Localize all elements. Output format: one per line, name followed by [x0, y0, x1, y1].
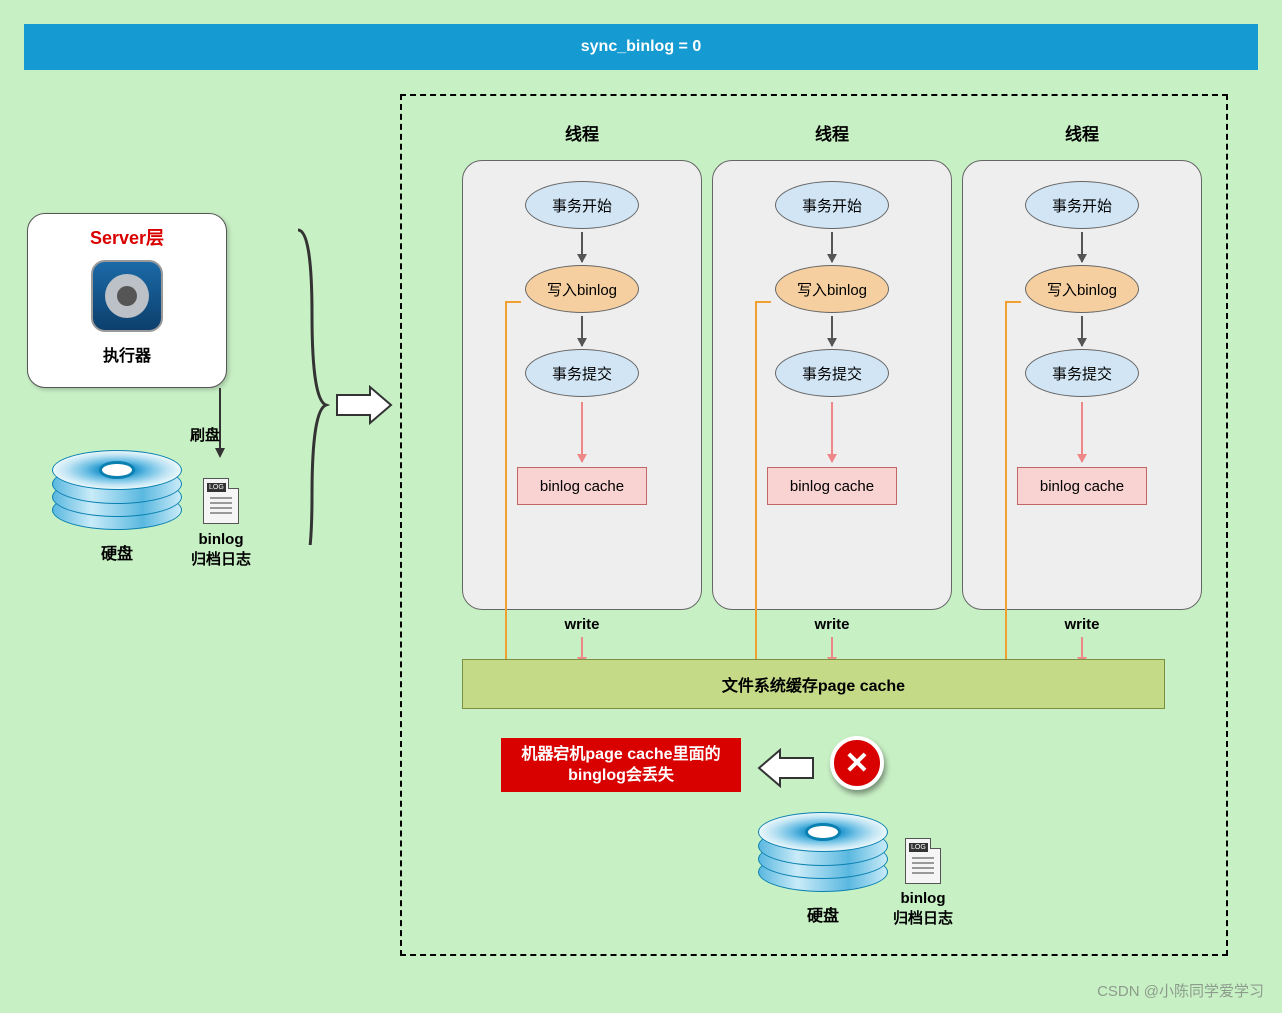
thread-title-1: 线程 [462, 120, 702, 145]
server-card: Server层 执行器 [27, 213, 227, 388]
step-write-binlog: 写入binlog [525, 265, 639, 313]
header-bar: sync_binlog = 0 [24, 24, 1258, 70]
flush-label: 刷盘 [190, 424, 220, 445]
step-start: 事务开始 [525, 181, 639, 229]
thread-title-3: 线程 [962, 120, 1202, 145]
binlog-file-icon-bottom: LOG [905, 838, 941, 884]
thread-col-2: 线程 事务开始 写入binlog 事务提交 binlog cache write [712, 120, 952, 669]
disk-bottom-label: 硬盘 [758, 902, 888, 926]
header-title: sync_binlog = 0 [581, 38, 701, 56]
thread-col-1: 线程 事务开始 写入binlog 事务提交 binlog cache write [462, 120, 702, 669]
watermark: CSDN @小陈同学爱学习 [1097, 980, 1264, 1001]
page-cache-box: 文件系统缓存page cache [462, 659, 1165, 709]
block-arrow-icon [335, 385, 395, 425]
server-title: Server层 [90, 224, 164, 250]
binlog-file-icon: LOG [203, 478, 239, 524]
disk-left-label: 硬盘 [52, 540, 182, 564]
block-arrow-left-icon [755, 748, 815, 788]
diagram-canvas: sync_binlog = 0 Server层 执行器 刷盘 硬盘 LOG bi… [0, 0, 1282, 1013]
error-box: 机器宕机page cache里面的binglog会丢失 [501, 738, 741, 792]
binlog-label-left: binlog归档日志 [186, 530, 256, 569]
executor-label: 执行器 [103, 342, 151, 366]
binlog-label-bottom: binlog归档日志 [888, 889, 958, 928]
binlog-cache: binlog cache [517, 467, 647, 505]
error-x-icon: ✕ [830, 736, 884, 790]
step-commit: 事务提交 [525, 349, 639, 397]
thread-col-3: 线程 事务开始 写入binlog 事务提交 binlog cache write [962, 120, 1202, 669]
write-label-1: write [462, 616, 702, 633]
thread-title-2: 线程 [712, 120, 952, 145]
gear-icon [91, 260, 163, 332]
brace-icon [290, 225, 330, 545]
